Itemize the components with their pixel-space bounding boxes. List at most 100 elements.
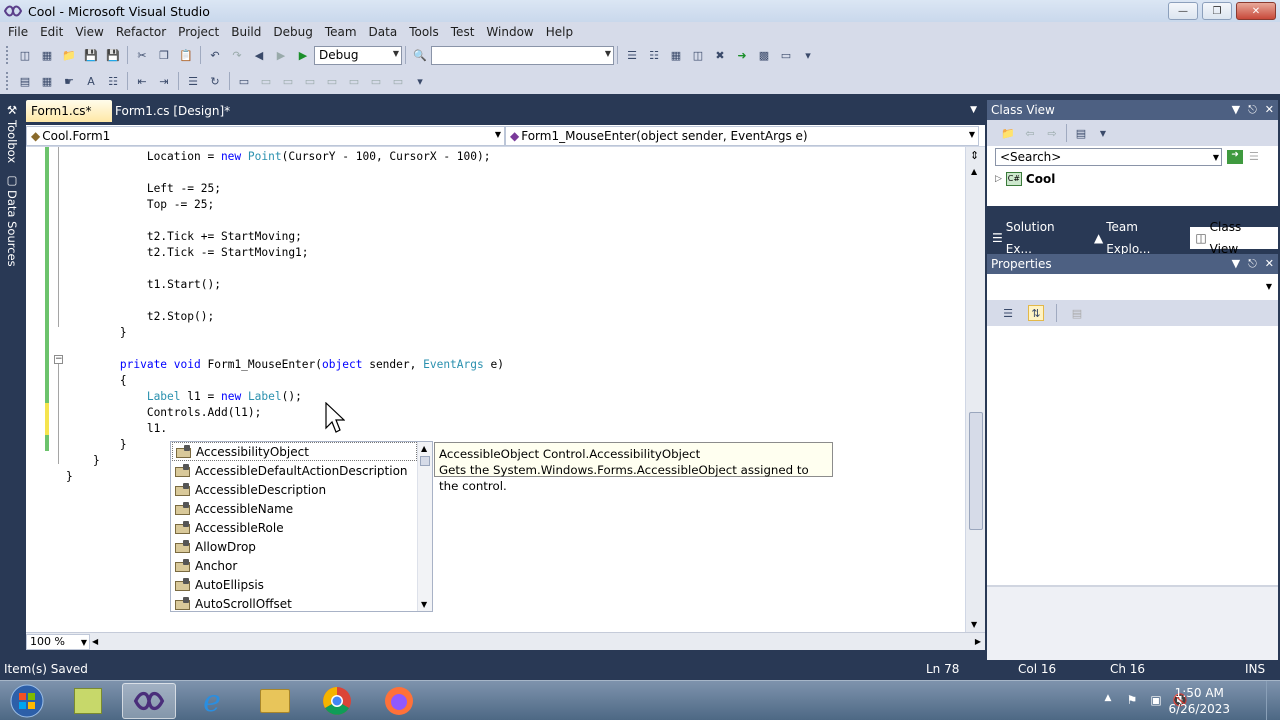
menu-debug[interactable]: Debug (267, 22, 318, 42)
display-word-completion-icon[interactable]: ☷ (105, 73, 121, 89)
parameter-info-icon[interactable]: ▦ (39, 73, 55, 89)
tab-class-view[interactable]: ◫ Class View (1190, 220, 1278, 256)
list-item[interactable]: AccessibleDescription (172, 480, 417, 499)
system-clock[interactable]: 1:50 AM 6/26/2023 (1168, 685, 1230, 717)
tab-form1-design[interactable]: Form1.cs [Design]* (110, 100, 235, 122)
menu-project[interactable]: Project (172, 22, 225, 42)
command-window-icon[interactable]: ▭ (778, 47, 794, 63)
taskbar-app-notes[interactable] (61, 683, 115, 719)
start-page-icon[interactable]: ➜ (734, 47, 750, 63)
list-item[interactable]: AllowDrop (172, 537, 417, 556)
cut-icon[interactable]: ✂ (134, 47, 150, 63)
window-position-icon[interactable]: ▼ (1232, 254, 1240, 274)
split-handle-icon[interactable]: ⇕ (970, 149, 979, 162)
property-pages-icon[interactable]: ▤ (1069, 305, 1085, 321)
expand-icon[interactable]: ▷ (995, 174, 1002, 184)
open-file-icon[interactable]: 📁 (61, 47, 77, 63)
taskbar-app-visual-studio[interactable] (122, 683, 176, 719)
menu-file[interactable]: File (2, 22, 34, 42)
taskbar-app-internet-explorer[interactable]: e (185, 683, 239, 719)
toggle-bookmark-icon[interactable]: ▭ (236, 73, 252, 89)
menu-test[interactable]: Test (445, 22, 481, 42)
menu-view[interactable]: View (69, 22, 109, 42)
menu-help[interactable]: Help (540, 22, 579, 42)
show-hidden-icons-icon[interactable]: ▲ (1100, 693, 1116, 709)
tab-solution-explorer[interactable]: ☰ Solution Ex... (987, 220, 1089, 256)
start-button[interactable] (0, 683, 54, 719)
increase-indent-icon[interactable]: ⇥ (156, 73, 172, 89)
menu-tools[interactable]: Tools (403, 22, 445, 42)
redo-icon[interactable]: ↷ (229, 47, 245, 63)
restore-button[interactable]: ❐ (1202, 2, 1232, 20)
solution-explorer-icon[interactable]: ☰ (624, 47, 640, 63)
menu-window[interactable]: Window (480, 22, 539, 42)
save-icon[interactable]: 💾 (83, 47, 99, 63)
previous-bookmark-icon[interactable]: ▭ (258, 73, 274, 89)
class-view-icon[interactable]: ◫ (690, 47, 706, 63)
categorized-icon[interactable]: ☰ (1000, 305, 1016, 321)
list-item[interactable]: AutoScrollOffset (172, 594, 417, 613)
scroll-thumb[interactable] (420, 456, 430, 466)
taskbar-app-explorer[interactable] (248, 683, 302, 719)
show-desktop-button[interactable] (1266, 681, 1280, 720)
chevron-down-icon[interactable]: ▼ (1095, 125, 1111, 141)
close-pane-icon[interactable]: ✕ (1265, 254, 1274, 274)
toolbar-options-icon[interactable]: ▾ (412, 73, 428, 89)
scroll-up-icon[interactable]: ▲ (971, 167, 977, 176)
save-all-icon[interactable]: 💾 (105, 47, 121, 63)
undo-icon[interactable]: ↶ (207, 47, 223, 63)
toolbox-icon[interactable]: ✖ (712, 47, 728, 63)
forward-icon[interactable]: ⇨ (1044, 125, 1060, 141)
scroll-left-icon[interactable]: ◀ (92, 637, 98, 646)
next-bookmark-folder-icon[interactable]: ▭ (324, 73, 340, 89)
start-debugging-icon[interactable]: ▶ (295, 47, 311, 63)
close-pane-icon[interactable]: ✕ (1265, 100, 1274, 120)
class-view-tree-item[interactable]: ▷ C# Cool (995, 172, 1055, 186)
network-icon[interactable]: ▣ (1148, 693, 1164, 709)
extension-manager-icon[interactable]: ▩ (756, 47, 772, 63)
scroll-down-icon[interactable]: ▼ (971, 620, 977, 629)
comment-out-icon[interactable]: ☰ (185, 73, 201, 89)
properties-window-icon[interactable]: ☷ (646, 47, 662, 63)
next-bookmark-document-icon[interactable]: ▭ (368, 73, 384, 89)
quick-info-icon[interactable]: ☛ (61, 73, 77, 89)
list-item[interactable]: AccessibleDefaultActionDescription (172, 461, 417, 480)
search-go-icon[interactable]: ➜ (1227, 150, 1243, 164)
find-in-files-icon[interactable]: 🔍 (412, 47, 428, 63)
uncomment-icon[interactable]: ↻ (207, 73, 223, 89)
toolbox-tab[interactable]: ⚒ Toolbox (2, 103, 22, 163)
intellisense-scrollbar[interactable]: ▲ ▼ (417, 442, 432, 611)
taskbar-app-chrome[interactable] (310, 683, 364, 719)
toolbar-options-icon[interactable]: ▾ (800, 47, 816, 63)
object-selector-combo[interactable]: ▼ (987, 274, 1278, 300)
solution-configuration-combo[interactable]: Debug ▼ (314, 45, 402, 65)
menu-refactor[interactable]: Refactor (110, 22, 172, 42)
active-files-dropdown-icon[interactable]: ▼ (970, 105, 977, 115)
scroll-thumb[interactable] (969, 412, 983, 530)
navigate-backward-icon[interactable]: ◀ (251, 47, 267, 63)
zoom-combo[interactable]: 100 % ▼ (26, 633, 90, 650)
back-icon[interactable]: ⇦ (1022, 125, 1038, 141)
intellisense-list[interactable]: AccessibilityObject AccessibleDefaultAct… (170, 441, 433, 612)
previous-bookmark-document-icon[interactable]: ▭ (346, 73, 362, 89)
list-item[interactable]: Anchor (172, 556, 417, 575)
toolbar-grip[interactable] (6, 72, 10, 90)
scroll-right-icon[interactable]: ▶ (975, 637, 981, 646)
collapse-region-icon[interactable]: − (54, 355, 63, 364)
clear-search-icon[interactable]: ☰ (1249, 150, 1259, 163)
class-view-settings-icon[interactable]: ▤ (1073, 125, 1089, 141)
types-combo[interactable]: ◆ Cool.Form1 ▼ (26, 126, 505, 146)
menu-team[interactable]: Team (319, 22, 363, 42)
navigate-forward-icon[interactable]: ▶ (273, 47, 289, 63)
clear-bookmarks-icon[interactable]: ▭ (390, 73, 406, 89)
action-center-icon[interactable]: ⚑ (1124, 693, 1140, 709)
tab-form1-cs[interactable]: Form1.cs* ✕ (26, 100, 112, 140)
new-folder-icon[interactable]: 📁 (1000, 125, 1016, 141)
decrease-indent-icon[interactable]: ⇤ (134, 73, 150, 89)
scroll-down-icon[interactable]: ▼ (421, 600, 427, 609)
word-completion-icon[interactable]: A​ (83, 73, 99, 89)
window-position-icon[interactable]: ▼ (1232, 100, 1240, 120)
vertical-scrollbar[interactable]: ⇕ ▲ ▼ (965, 147, 985, 632)
class-view-search-input[interactable]: <Search> ▼ (995, 148, 1222, 166)
next-bookmark-icon[interactable]: ▭ (280, 73, 296, 89)
